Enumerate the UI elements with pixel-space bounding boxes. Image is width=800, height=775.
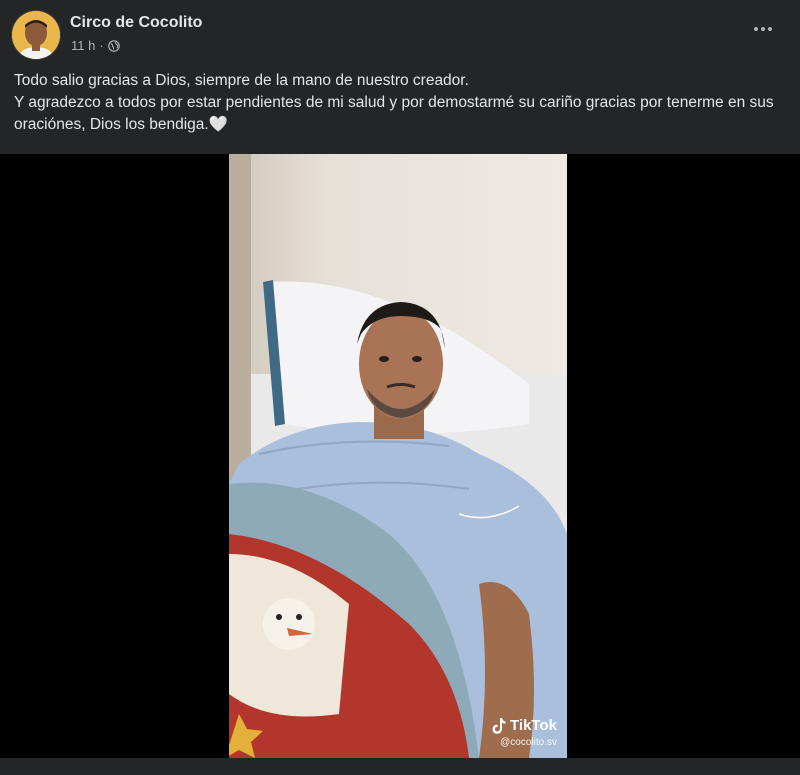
- video-frame[interactable]: TikTok @cocolito.sv: [229, 154, 567, 758]
- author-name[interactable]: Circo de Cocolito: [70, 14, 202, 32]
- post-time[interactable]: 11 h: [71, 38, 95, 53]
- globe-icon: [107, 39, 120, 52]
- post-footer: [0, 758, 800, 775]
- avatar[interactable]: [12, 11, 60, 59]
- video-thumbnail: [229, 154, 567, 758]
- post-meta: 11 h ·: [71, 38, 120, 53]
- meta-separator: ·: [99, 38, 104, 53]
- post-text: Todo salio gracias a Dios, siempre de la…: [14, 70, 784, 136]
- post-text-line: Y agradezco a todos por estar pendientes…: [14, 94, 774, 133]
- post-text-line: Todo salio gracias a Dios, siempre de la…: [14, 72, 469, 89]
- avatar-image: [12, 11, 60, 59]
- more-options-icon[interactable]: [752, 22, 774, 34]
- video-player[interactable]: TikTok @cocolito.sv: [0, 154, 800, 758]
- watermark-brand: TikTok: [510, 717, 557, 734]
- tiktok-watermark: TikTok @cocolito.sv: [492, 717, 557, 748]
- tiktok-icon: [492, 717, 506, 734]
- post-header: Circo de Cocolito 11 h ·: [0, 0, 800, 62]
- watermark-handle: @cocolito.sv: [500, 737, 557, 748]
